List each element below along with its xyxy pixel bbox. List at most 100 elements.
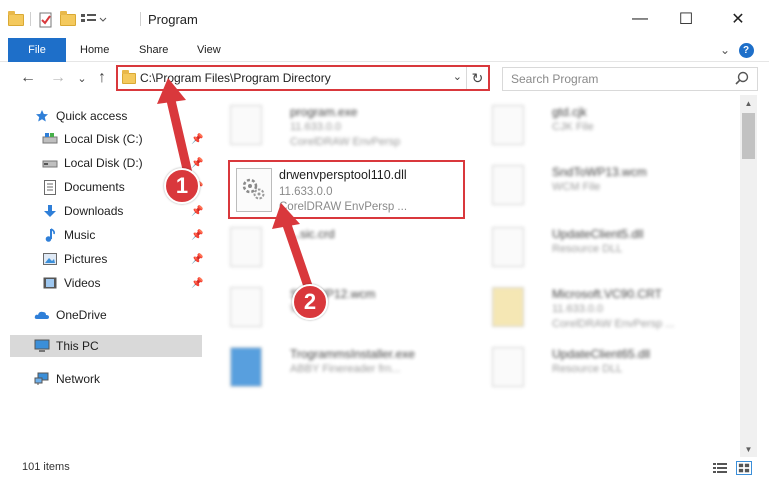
scroll-up-arrow[interactable]: ▲: [740, 95, 757, 111]
sidebar-item-label: Downloads: [64, 204, 124, 218]
music-icon: [42, 227, 58, 243]
sidebar-item-local-disk-c[interactable]: Local Disk (C:): [42, 128, 143, 150]
pin-icon[interactable]: 📌: [191, 206, 203, 218]
pin-icon[interactable]: 📌: [191, 254, 203, 266]
address-bar[interactable]: C:\Program Files\Program Directory ⌄ ↻: [116, 65, 490, 91]
navigation-bar: ← → ⌄ ↑ C:\Program Files\Program Directo…: [0, 62, 769, 94]
sidebar-item-network[interactable]: Network: [34, 368, 100, 390]
divider: [30, 12, 31, 26]
file-name: program.exe: [290, 105, 358, 119]
sidebar-item-label: Documents: [64, 180, 125, 194]
file-detail: Resource DLL: [552, 243, 623, 255]
file-detail: ABBY Finereader frn...: [290, 363, 401, 375]
list-item[interactable]: Microsoft.VC90.CRT 11.633.0.0 CorelDRAW …: [474, 283, 714, 339]
onedrive-icon: [34, 307, 50, 323]
sidebar-item-pictures[interactable]: Pictures: [42, 248, 107, 270]
sidebar-item-quick-access[interactable]: Quick access: [34, 105, 127, 127]
sidebar-item-music[interactable]: Music: [42, 224, 95, 246]
sidebar-item-onedrive[interactable]: OneDrive: [34, 304, 107, 326]
pin-icon[interactable]: 📌: [191, 158, 203, 170]
pin-icon[interactable]: 📌: [191, 134, 203, 146]
help-icon[interactable]: ?: [738, 42, 754, 58]
back-button[interactable]: ←: [18, 68, 38, 88]
ribbon: File Home Share View ⌄ ?: [0, 38, 769, 62]
close-button[interactable]: ✕: [715, 0, 761, 38]
file-detail: 11.633.0.0: [290, 121, 342, 133]
computer-icon: [34, 338, 50, 354]
sidebar-item-label: Quick access: [56, 109, 128, 123]
list-item[interactable]: SndToWP13.wcm WCM File: [474, 161, 714, 217]
scroll-down-arrow[interactable]: ▼: [740, 441, 757, 457]
videos-icon: [42, 275, 58, 291]
large-icons-view-icon[interactable]: [736, 461, 752, 475]
file-icon: [492, 165, 524, 205]
tab-home[interactable]: Home: [80, 38, 109, 62]
status-bar: 101 items: [0, 457, 769, 498]
search-icon: [735, 71, 749, 85]
navigation-pane: Quick access Local Disk (C:) 📌 Local Dis…: [0, 95, 205, 455]
list-item[interactable]: UpdateClient65.dll Resource DLL: [474, 343, 714, 399]
details-view-icon[interactable]: [712, 461, 728, 475]
recent-locations-button[interactable]: ⌄: [72, 68, 92, 88]
sidebar-item-documents[interactable]: Documents: [42, 176, 125, 198]
file-detail: 11.633.0.0: [552, 303, 604, 315]
list-item[interactable]: Sn...WP12.wcm W...: [212, 283, 452, 339]
forward-button[interactable]: →: [48, 68, 68, 88]
tab-share[interactable]: Share: [139, 38, 168, 62]
sidebar-item-local-disk-d[interactable]: Local Disk (D:): [42, 152, 143, 174]
file-icon: [492, 347, 524, 387]
list-item[interactable]: TrogrammsInstaller.exe ABBY Finereader f…: [212, 343, 452, 399]
sidebar-item-label: Pictures: [64, 252, 108, 266]
search-placeholder: Search Program: [511, 72, 599, 86]
list-item[interactable]: gtd.cjk CJK File: [474, 101, 714, 157]
file-icon: [492, 287, 524, 327]
folder-icon: [8, 11, 24, 29]
sidebar-item-this-pc[interactable]: This PC: [10, 335, 202, 357]
file-list: program.exe 11.633.0.0 CorelDRAW EnvPers…: [212, 95, 740, 455]
network-icon: [34, 371, 50, 387]
minimize-button[interactable]: —: [617, 0, 663, 38]
file-name: UpdateClient5.dll: [552, 227, 644, 241]
step-badge-1: 1: [164, 168, 200, 204]
sidebar-item-videos[interactable]: Videos: [42, 272, 100, 294]
documents-icon: [42, 179, 58, 195]
file-icon: [492, 105, 524, 145]
tab-view[interactable]: View: [197, 38, 221, 62]
file-version: 11.633.0.0: [279, 186, 333, 198]
highlighted-dll-file[interactable]: drwenvpersptool110.dll 11.633.0.0 CorelD…: [228, 160, 465, 219]
step-badge-2: 2: [292, 284, 328, 320]
sidebar-item-downloads[interactable]: Downloads: [42, 200, 123, 222]
drive-icon: [42, 131, 58, 147]
title-bar: Program — ☐ ✕: [0, 0, 769, 38]
properties-icon[interactable]: [38, 11, 54, 29]
list-item[interactable]: ...sic.crd: [212, 223, 452, 279]
sidebar-item-label: Videos: [64, 276, 101, 290]
file-description: CorelDRAW EnvPersp ...: [279, 201, 408, 213]
star-icon: [34, 108, 50, 124]
sidebar-item-label: Network: [56, 372, 101, 386]
address-path: C:\Program Files\Program Directory: [140, 71, 331, 85]
scroll-thumb[interactable]: [742, 113, 755, 159]
sidebar-item-label: This PC: [56, 339, 99, 353]
refresh-button[interactable]: ↻: [466, 67, 488, 89]
file-detail: CJK File: [552, 121, 594, 133]
up-button[interactable]: ↑: [92, 68, 112, 88]
search-input[interactable]: Search Program: [502, 67, 758, 91]
file-icon: [230, 287, 262, 327]
divider: [140, 12, 141, 26]
file-icon: [492, 227, 524, 267]
list-item[interactable]: program.exe 11.633.0.0 CorelDRAW EnvPers…: [212, 101, 452, 157]
list-item[interactable]: UpdateClient5.dll Resource DLL: [474, 223, 714, 279]
downloads-icon: [42, 203, 58, 219]
vertical-scrollbar[interactable]: ▲ ▼: [740, 95, 757, 457]
file-name: TrogrammsInstaller.exe: [290, 347, 415, 361]
customize-quick-access-icon[interactable]: [80, 11, 110, 29]
pin-icon[interactable]: 📌: [191, 278, 203, 290]
pin-icon[interactable]: 📌: [191, 230, 203, 242]
maximize-button[interactable]: ☐: [663, 0, 709, 38]
tab-file[interactable]: File: [8, 38, 66, 62]
expand-ribbon-button[interactable]: ⌄: [716, 41, 734, 59]
folder-icon: [122, 70, 136, 84]
address-dropdown-button[interactable]: ⌄: [453, 70, 462, 83]
new-folder-icon[interactable]: [60, 11, 76, 29]
